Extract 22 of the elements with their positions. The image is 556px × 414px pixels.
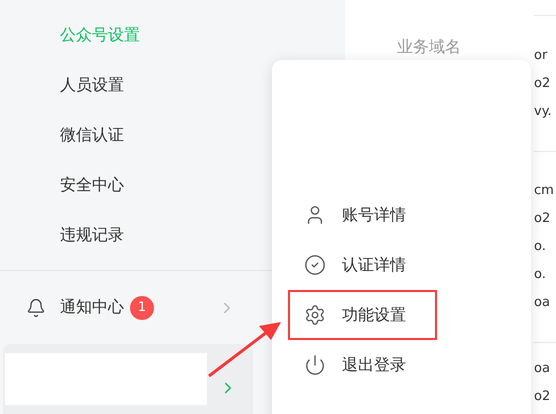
field-value: or bbox=[534, 46, 548, 64]
menu-item[interactable]: 账号详情 bbox=[288, 190, 437, 240]
field-value: vy. bbox=[534, 102, 553, 120]
field-value: o2 bbox=[534, 74, 552, 92]
field-value: oa bbox=[534, 360, 551, 378]
menu-item[interactable]: 退出登录 bbox=[288, 340, 437, 390]
field-value: o2 bbox=[534, 210, 552, 228]
field-value: oa bbox=[534, 294, 551, 312]
bell-icon bbox=[26, 298, 46, 318]
check-circle-icon bbox=[304, 254, 326, 276]
notification-badge: 1 bbox=[130, 296, 154, 320]
menu-item[interactable]: 功能设置 bbox=[288, 290, 437, 340]
power-icon bbox=[304, 354, 326, 376]
field-label: 业务域名 bbox=[396, 36, 462, 58]
field-value: o2 bbox=[534, 388, 552, 406]
field-value: o. bbox=[534, 266, 547, 284]
field-value: cm bbox=[534, 182, 555, 200]
settings-icon bbox=[304, 304, 326, 326]
notification-center-link[interactable]: 通知中心 bbox=[60, 297, 124, 318]
account-card[interactable] bbox=[3, 344, 253, 414]
menu-item[interactable]: 认证详情 bbox=[288, 240, 437, 290]
field-value: o. bbox=[534, 238, 547, 256]
